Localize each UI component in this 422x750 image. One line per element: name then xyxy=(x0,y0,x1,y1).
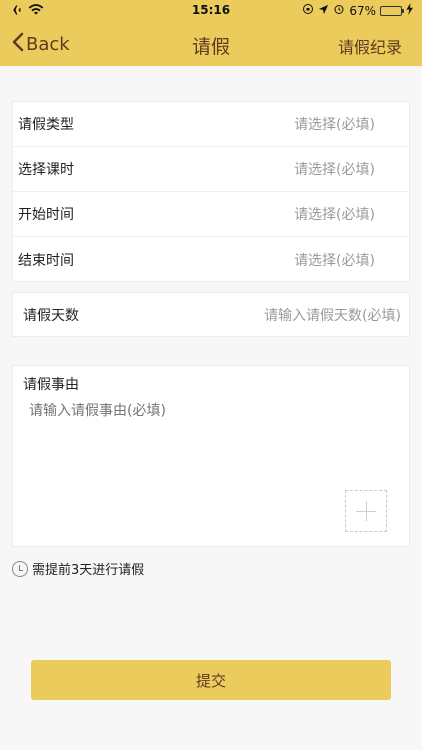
notice-text: 需提前3天进行请假 xyxy=(32,563,145,578)
orientation-lock-icon xyxy=(302,3,314,18)
leave-days-label: 请假天数 xyxy=(23,307,79,324)
battery-icon xyxy=(380,5,404,16)
leave-days-row[interactable]: 请假天数 请输入请假天数(必填) xyxy=(13,293,409,336)
class-period-label: 选择课时 xyxy=(18,162,74,178)
location-icon xyxy=(318,4,329,18)
battery-percent: 67% xyxy=(349,3,376,18)
leave-reason-card: 请假事由 xyxy=(12,365,410,547)
leave-days-card: 请假天数 请输入请假天数(必填) xyxy=(12,292,410,337)
status-right: 67% xyxy=(302,3,414,18)
leave-reason-input[interactable] xyxy=(29,400,389,460)
leave-records-button[interactable]: 请假纪录 xyxy=(338,34,402,58)
class-period-value: 请选择(必填) xyxy=(294,162,375,178)
add-photo-button[interactable] xyxy=(345,490,387,532)
nav-bar: Back 请假 请假纪录 xyxy=(0,22,422,66)
notice: 需提前3天进行请假 xyxy=(12,559,144,578)
clock-icon xyxy=(12,560,28,577)
alarm-icon xyxy=(333,3,345,18)
leave-reason-label: 请假事由 xyxy=(23,377,79,393)
header: 15:16 67% Back 请假 请假纪录 xyxy=(0,0,422,66)
leave-type-label: 请假类型 xyxy=(18,117,74,133)
end-time-row[interactable]: 结束时间 请选择(必填) xyxy=(13,237,409,282)
start-time-label: 开始时间 xyxy=(18,207,74,223)
end-time-value: 请选择(必填) xyxy=(294,252,375,269)
leave-info-card: 请假类型 请选择(必填) 选择课时 请选择(必填) 开始时间 请选择(必填) 结… xyxy=(12,101,410,282)
leave-type-value: 请选择(必填) xyxy=(294,117,375,133)
start-time-row[interactable]: 开始时间 请选择(必填) xyxy=(13,192,409,237)
submit-button[interactable]: 提交 xyxy=(31,660,391,700)
end-time-label: 结束时间 xyxy=(18,252,74,269)
class-period-row[interactable]: 选择课时 请选择(必填) xyxy=(13,147,409,192)
status-bar: 15:16 67% xyxy=(0,0,422,22)
charging-icon xyxy=(406,3,414,18)
leave-type-row[interactable]: 请假类型 请选择(必填) xyxy=(13,102,409,147)
start-time-value: 请选择(必填) xyxy=(294,207,375,223)
leave-days-input[interactable]: 请输入请假天数(必填) xyxy=(264,305,401,325)
